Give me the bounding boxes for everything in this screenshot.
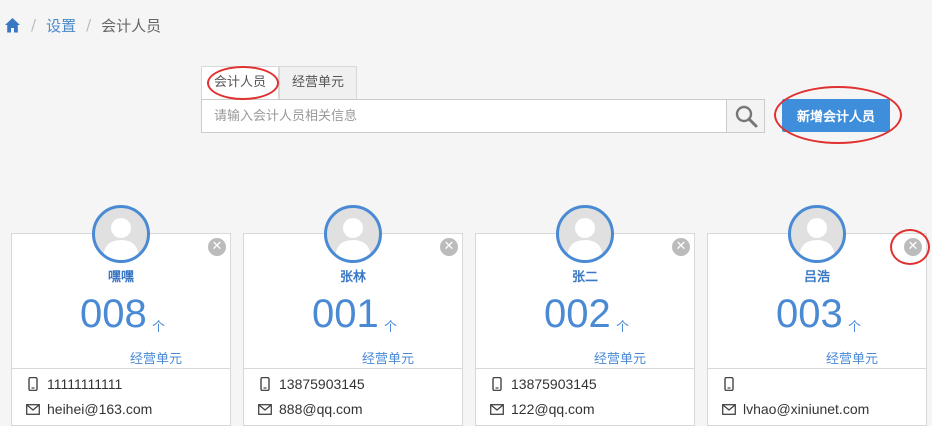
search-button[interactable]: [726, 100, 764, 132]
mail-icon: [26, 402, 40, 416]
mail-icon: [722, 402, 736, 416]
email-row: heihei@163.com: [26, 399, 152, 419]
unit-suffix: 个: [152, 320, 166, 335]
unit-suffix: 个: [848, 320, 862, 335]
email-row: lvhao@xiniunet.com: [722, 399, 869, 419]
breadcrumb-separator: /: [86, 16, 92, 34]
accountant-card: ✕ 张二 002 个 经营单元 13875903145 122@qq.com: [475, 205, 695, 426]
delete-card-button[interactable]: ✕: [904, 238, 922, 256]
unit-count: 001: [312, 292, 379, 336]
phone-number: 13875903145: [279, 376, 365, 392]
card-divider: [708, 368, 926, 369]
phone-row: 11111111111: [26, 374, 122, 394]
avatar: [788, 205, 846, 263]
email-address: 122@qq.com: [511, 401, 595, 417]
accountant-name: 嘿嘿: [107, 270, 134, 285]
close-icon: ✕: [211, 239, 223, 254]
email-address: 888@qq.com: [279, 401, 363, 417]
tab-bar: 会计人员 经营单元: [201, 66, 358, 100]
search-icon: [735, 105, 757, 128]
breadcrumb-current: 会计人员: [101, 16, 162, 35]
add-accountant-button[interactable]: 新增会计人员: [782, 99, 890, 132]
card-divider: [476, 368, 694, 369]
accountant-name: 张二: [571, 270, 598, 285]
unit-suffix: 个: [384, 320, 398, 335]
avatar: [92, 205, 150, 263]
delete-card-button[interactable]: ✕: [440, 238, 458, 256]
accountant-card: ✕ 张林 001 个 经营单元 13875903145 888@qq.com: [243, 205, 463, 426]
phone-number: 11111111111: [47, 376, 123, 392]
mail-icon: [490, 402, 504, 416]
home-icon[interactable]: [4, 17, 21, 34]
search-box: [201, 99, 765, 133]
phone-row: [722, 374, 743, 394]
phone-row: 13875903145: [258, 374, 365, 394]
close-icon: ✕: [443, 239, 455, 254]
phone-number: 13875903145: [511, 376, 597, 392]
breadcrumb: / 设置 / 会计人员: [4, 14, 161, 36]
card-divider: [12, 368, 230, 369]
accountant-card: ✕ 吕浩 003 个 经营单元 lvhao@xiniunet.com: [707, 205, 927, 426]
mail-icon: [258, 402, 272, 416]
delete-card-button[interactable]: ✕: [208, 238, 226, 256]
business-unit-link[interactable]: 经营单元: [826, 348, 878, 367]
accountant-name: 张林: [339, 270, 366, 285]
unit-count: 008: [80, 292, 147, 336]
delete-card-button[interactable]: ✕: [672, 238, 690, 256]
business-unit-link[interactable]: 经营单元: [594, 348, 646, 367]
phone-icon: [258, 377, 272, 391]
phone-row: 13875903145: [490, 374, 597, 394]
unit-suffix: 个: [616, 320, 630, 335]
card-divider: [244, 368, 462, 369]
unit-count: 002: [544, 292, 611, 336]
unit-count: 003: [776, 292, 843, 336]
close-icon: ✕: [907, 239, 919, 254]
email-address: heihei@163.com: [47, 401, 153, 417]
phone-icon: [722, 377, 736, 391]
avatar: [324, 205, 382, 263]
accountant-name: 吕浩: [803, 270, 830, 285]
avatar: [556, 205, 614, 263]
accountant-card: ✕ 嘿嘿 008 个 经营单元 11111111111 heihei@163.c…: [11, 205, 231, 426]
business-unit-link[interactable]: 经营单元: [362, 348, 414, 367]
email-row: 122@qq.com: [490, 399, 594, 419]
breadcrumb-separator: /: [31, 16, 37, 34]
email-address: lvhao@xiniunet.com: [743, 401, 870, 417]
tab-business-units[interactable]: 经营单元: [279, 66, 358, 100]
business-unit-link[interactable]: 经营单元: [130, 348, 182, 367]
search-input[interactable]: [202, 100, 726, 132]
tab-accountants[interactable]: 会计人员: [201, 66, 280, 100]
breadcrumb-settings[interactable]: 设置: [46, 15, 76, 36]
close-icon: ✕: [675, 239, 687, 254]
phone-icon: [490, 377, 504, 391]
phone-icon: [26, 377, 40, 391]
email-row: 888@qq.com: [258, 399, 362, 419]
